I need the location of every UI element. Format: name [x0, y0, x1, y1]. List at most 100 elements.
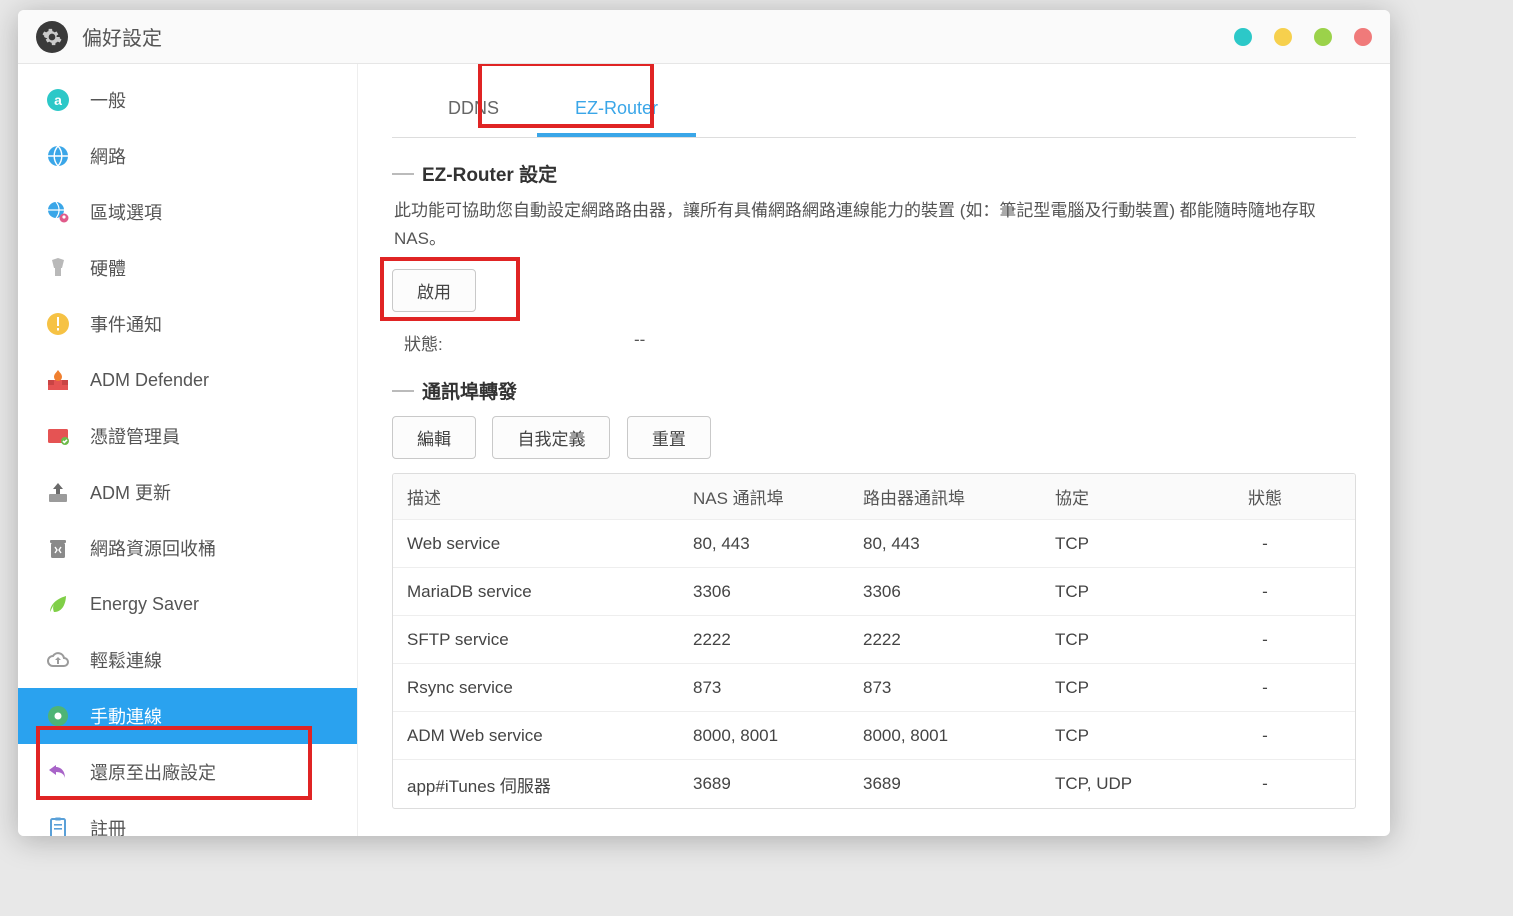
sidebar-item-label: 網路	[90, 143, 126, 169]
clipboard-icon	[44, 814, 72, 836]
col-desc[interactable]: 描述	[393, 484, 693, 509]
cell-proto: TCP	[1055, 630, 1207, 650]
sidebar-item-hardware[interactable]: 硬體	[18, 240, 357, 296]
sidebar-item-network[interactable]: 網路	[18, 128, 357, 184]
table-row[interactable]: MariaDB service33063306TCP-	[393, 568, 1355, 616]
status-label: 狀態:	[404, 330, 634, 355]
table-row[interactable]: ADM Web service8000, 80018000, 8001TCP-	[393, 712, 1355, 760]
cell-nas: 3689	[693, 774, 863, 794]
ezrouter-description: 此功能可協助您自動設定網路路由器，讓所有具備網路網路連線能力的裝置 (如：筆記型…	[392, 197, 1356, 253]
table-header: 描述 NAS 通訊埠 路由器通訊埠 協定 狀態	[393, 474, 1355, 520]
titlebar: 偏好設定	[18, 10, 1390, 64]
sidebar-item-general[interactable]: a 一般	[18, 72, 357, 128]
col-nas[interactable]: NAS 通訊埠	[693, 484, 863, 509]
cell-router: 80, 443	[863, 534, 1055, 554]
col-router[interactable]: 路由器通訊埠	[863, 484, 1055, 509]
sidebar-item-label: 輕鬆連線	[90, 647, 162, 673]
gear-green-icon	[44, 702, 72, 730]
status-value: --	[634, 330, 645, 355]
cell-router: 873	[863, 678, 1055, 698]
table-row[interactable]: SFTP service22222222TCP-	[393, 616, 1355, 664]
sidebar-item-label: ADM 更新	[90, 479, 171, 505]
cell-desc: SFTP service	[393, 630, 693, 650]
sidebar-item-label: 憑證管理員	[90, 423, 180, 449]
portfw-section: 通訊埠轉發 編輯 自我定義 重置 描述 NAS 通訊埠 路由器通訊埠 協定 狀態	[392, 377, 1356, 809]
window-title: 偏好設定	[82, 22, 162, 51]
cell-status: -	[1207, 582, 1355, 602]
cell-proto: TCP	[1055, 534, 1207, 554]
table-body[interactable]: Web service80, 44380, 443TCP-MariaDB ser…	[393, 520, 1355, 808]
cell-nas: 80, 443	[693, 534, 863, 554]
sidebar-item-energy[interactable]: Energy Saver	[18, 576, 357, 632]
window-button-close[interactable]	[1354, 28, 1372, 46]
edit-button[interactable]: 編輯	[392, 416, 476, 459]
cell-desc: ADM Web service	[393, 726, 693, 746]
table-row[interactable]: Web service80, 44380, 443TCP-	[393, 520, 1355, 568]
sidebar-item-recycle[interactable]: 網路資源回收桶	[18, 520, 357, 576]
sidebar-item-label: 一般	[90, 87, 126, 113]
cert-icon	[44, 422, 72, 450]
sidebar-item-label: 事件通知	[90, 311, 162, 337]
col-proto[interactable]: 協定	[1055, 484, 1207, 509]
alert-icon	[44, 310, 72, 338]
sidebar-item-label: Energy Saver	[90, 594, 199, 615]
sidebar-item-label: 硬體	[90, 255, 126, 281]
tabs: DDNSEZ-Router	[392, 82, 1356, 138]
trash-icon	[44, 534, 72, 562]
cell-status: -	[1207, 726, 1355, 746]
cell-nas: 873	[693, 678, 863, 698]
cell-proto: TCP, UDP	[1055, 774, 1207, 794]
sidebar-item-factory[interactable]: 還原至出廠設定	[18, 744, 357, 800]
sidebar[interactable]: a 一般網路區域選項硬體事件通知 ADM Defender 憑證管理員 ADM 更新網路…	[18, 64, 358, 836]
sidebar-item-events[interactable]: 事件通知	[18, 296, 357, 352]
sidebar-item-label: 還原至出廠設定	[90, 759, 216, 785]
sidebar-item-defender[interactable]: ADM Defender	[18, 352, 357, 408]
leaf-icon	[44, 590, 72, 618]
undo-icon	[44, 758, 72, 786]
window-button-maximize[interactable]	[1314, 28, 1332, 46]
sidebar-item-region[interactable]: 區域選項	[18, 184, 357, 240]
section-dash-icon	[392, 173, 414, 175]
sidebar-item-label: ADM Defender	[90, 370, 209, 391]
portfw-section-title: 通訊埠轉發	[422, 377, 517, 404]
sidebar-item-ezconnect[interactable]: 輕鬆連線	[18, 632, 357, 688]
sidebar-item-label: 註冊	[90, 815, 126, 836]
col-status[interactable]: 狀態	[1207, 484, 1355, 509]
sidebar-item-cert[interactable]: 憑證管理員	[18, 408, 357, 464]
cell-status: -	[1207, 678, 1355, 698]
sidebar-item-label: 區域選項	[90, 199, 162, 225]
cell-router: 2222	[863, 630, 1055, 650]
sidebar-item-label: 網路資源回收桶	[90, 535, 216, 561]
a-icon: a	[44, 86, 72, 114]
cell-proto: TCP	[1055, 726, 1207, 746]
sidebar-item-register[interactable]: 註冊	[18, 800, 357, 836]
enable-button[interactable]: 啟用	[392, 269, 476, 312]
cell-nas: 8000, 8001	[693, 726, 863, 746]
cell-desc: Web service	[393, 534, 693, 554]
reset-button[interactable]: 重置	[627, 416, 711, 459]
cloud-up-icon	[44, 646, 72, 674]
preferences-window: 偏好設定 a 一般網路區域選項硬體事件通知 ADM Defender 憑證管理員 ADM…	[18, 10, 1390, 836]
custom-button[interactable]: 自我定義	[492, 416, 610, 459]
svg-text:a: a	[54, 92, 62, 108]
cell-router: 3689	[863, 774, 1055, 794]
window-button-minimize[interactable]	[1274, 28, 1292, 46]
cell-proto: TCP	[1055, 582, 1207, 602]
sidebar-item-update[interactable]: ADM 更新	[18, 464, 357, 520]
cell-desc: Rsync service	[393, 678, 693, 698]
cell-status: -	[1207, 630, 1355, 650]
window-button-help[interactable]	[1234, 28, 1252, 46]
chip-icon	[44, 254, 72, 282]
sidebar-item-label: 手動連線	[90, 703, 162, 729]
main-content: DDNSEZ-Router EZ-Router 設定 此功能可協助您自動設定網路…	[358, 64, 1390, 836]
cell-proto: TCP	[1055, 678, 1207, 698]
tab-ddns[interactable]: DDNS	[410, 82, 537, 137]
table-row[interactable]: Rsync service873873TCP-	[393, 664, 1355, 712]
table-row[interactable]: app#iTunes 伺服器36893689TCP, UDP-	[393, 760, 1355, 808]
tab-ezrouter[interactable]: EZ-Router	[537, 82, 696, 137]
cell-desc: MariaDB service	[393, 582, 693, 602]
ezrouter-section: EZ-Router 設定 此功能可協助您自動設定網路路由器，讓所有具備網路網路連…	[392, 160, 1356, 355]
ezrouter-status-row: 狀態: --	[392, 330, 1356, 355]
cell-desc: app#iTunes 伺服器	[393, 772, 693, 797]
sidebar-item-manual[interactable]: 手動連線	[18, 688, 357, 744]
